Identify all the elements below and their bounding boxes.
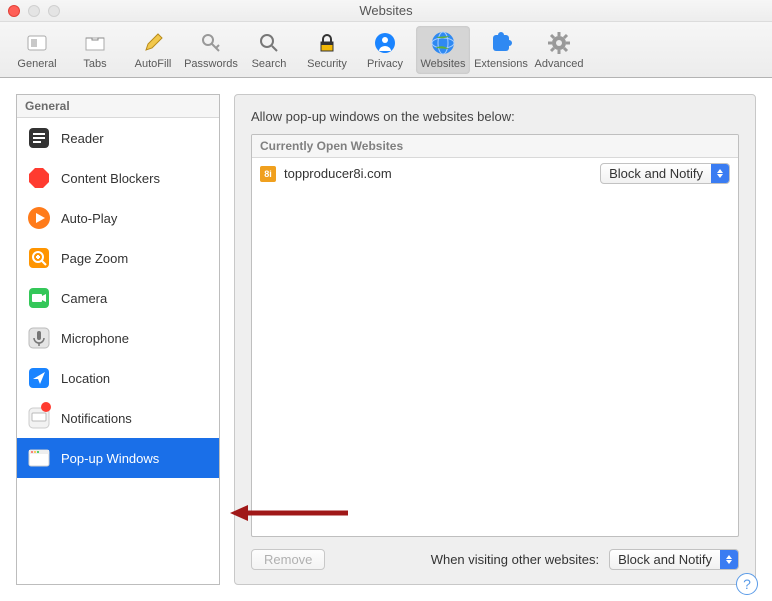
search-icon (255, 29, 283, 57)
websites-list-header: Currently Open Websites (252, 135, 738, 158)
sidebar-item-label: Reader (61, 131, 104, 146)
camera-icon (27, 286, 51, 310)
gear-icon (545, 29, 573, 57)
toolbar-label: Advanced (535, 58, 584, 70)
toolbar-label: General (17, 58, 56, 70)
sidebar-header: General (17, 95, 219, 118)
sidebar-item-autoplay[interactable]: Auto-Play (17, 198, 219, 238)
remove-button[interactable]: Remove (251, 549, 325, 570)
toolbar-advanced[interactable]: Advanced (532, 26, 586, 74)
websites-list: Currently Open Websites 8i topproducer8i… (251, 134, 739, 537)
sidebar-item-label: Microphone (61, 331, 129, 346)
key-icon (197, 29, 225, 57)
default-policy-select[interactable]: Block and Notify (609, 549, 739, 570)
toolbar-autofill[interactable]: AutoFill (126, 26, 180, 74)
sidebar-item-label: Pop-up Windows (61, 451, 159, 466)
play-icon (27, 206, 51, 230)
chevron-up-down-icon (720, 550, 738, 569)
content-title: Allow pop-up windows on the websites bel… (251, 109, 739, 124)
toolbar-label: AutoFill (135, 58, 172, 70)
sidebar-item-microphone[interactable]: Microphone (17, 318, 219, 358)
toolbar-label: Privacy (367, 58, 403, 70)
sidebar-item-label: Camera (61, 291, 107, 306)
toolbar-search[interactable]: Search (242, 26, 296, 74)
toolbar-tabs[interactable]: Tabs (68, 26, 122, 74)
sidebar-item-camera[interactable]: Camera (17, 278, 219, 318)
zoom-icon (27, 246, 51, 270)
sidebar-item-label: Page Zoom (61, 251, 128, 266)
window-title: Websites (0, 3, 772, 18)
sidebar: General Reader Content Blockers Auto-Pla… (16, 94, 220, 585)
popup-icon (27, 446, 51, 470)
select-value: Block and Notify (601, 166, 711, 181)
sidebar-item-label: Notifications (61, 411, 132, 426)
toolbar-websites[interactable]: Websites (416, 26, 470, 74)
toolbar-label: Extensions (474, 58, 528, 70)
pencil-icon (139, 29, 167, 57)
select-value: Block and Notify (610, 552, 720, 567)
switch-icon (23, 29, 51, 57)
help-button[interactable]: ? (736, 573, 758, 595)
stop-icon (27, 166, 51, 190)
toolbar-extensions[interactable]: Extensions (474, 26, 528, 74)
toolbar-label: Search (252, 58, 287, 70)
sidebar-item-location[interactable]: Location (17, 358, 219, 398)
reader-icon (27, 126, 51, 150)
main-panel: General Reader Content Blockers Auto-Pla… (0, 78, 772, 601)
privacy-icon (371, 29, 399, 57)
sidebar-item-label: Auto-Play (61, 211, 117, 226)
sidebar-item-content-blockers[interactable]: Content Blockers (17, 158, 219, 198)
notification-badge-icon (41, 402, 51, 412)
popup-policy-select[interactable]: Block and Notify (600, 163, 730, 184)
preferences-toolbar: General Tabs AutoFill Passwords Search S… (0, 22, 772, 78)
toolbar-passwords[interactable]: Passwords (184, 26, 238, 74)
chevron-up-down-icon (711, 164, 729, 183)
sidebar-item-popup-windows[interactable]: Pop-up Windows (17, 438, 219, 478)
footer-row: Remove When visiting other websites: Blo… (251, 549, 739, 570)
toolbar-label: Passwords (184, 58, 238, 70)
puzzle-icon (487, 29, 515, 57)
toolbar-label: Security (307, 58, 347, 70)
toolbar-general[interactable]: General (10, 26, 64, 74)
toolbar-privacy[interactable]: Privacy (358, 26, 412, 74)
microphone-icon (27, 326, 51, 350)
location-icon (27, 366, 51, 390)
sidebar-item-notifications[interactable]: Notifications (17, 398, 219, 438)
other-websites-label: When visiting other websites: (431, 552, 599, 567)
tabs-icon (81, 29, 109, 57)
sidebar-item-reader[interactable]: Reader (17, 118, 219, 158)
favicon-icon: 8i (260, 166, 276, 182)
website-row[interactable]: 8i topproducer8i.com Block and Notify (252, 158, 738, 189)
toolbar-label: Tabs (83, 58, 106, 70)
globe-icon (429, 29, 457, 57)
content-panel: Allow pop-up windows on the websites bel… (234, 94, 756, 585)
toolbar-security[interactable]: Security (300, 26, 354, 74)
toolbar-label: Websites (420, 58, 465, 70)
sidebar-item-page-zoom[interactable]: Page Zoom (17, 238, 219, 278)
lock-icon (313, 29, 341, 57)
sidebar-item-label: Content Blockers (61, 171, 160, 186)
website-domain: topproducer8i.com (284, 166, 392, 181)
titlebar: Websites (0, 0, 772, 22)
sidebar-item-label: Location (61, 371, 110, 386)
